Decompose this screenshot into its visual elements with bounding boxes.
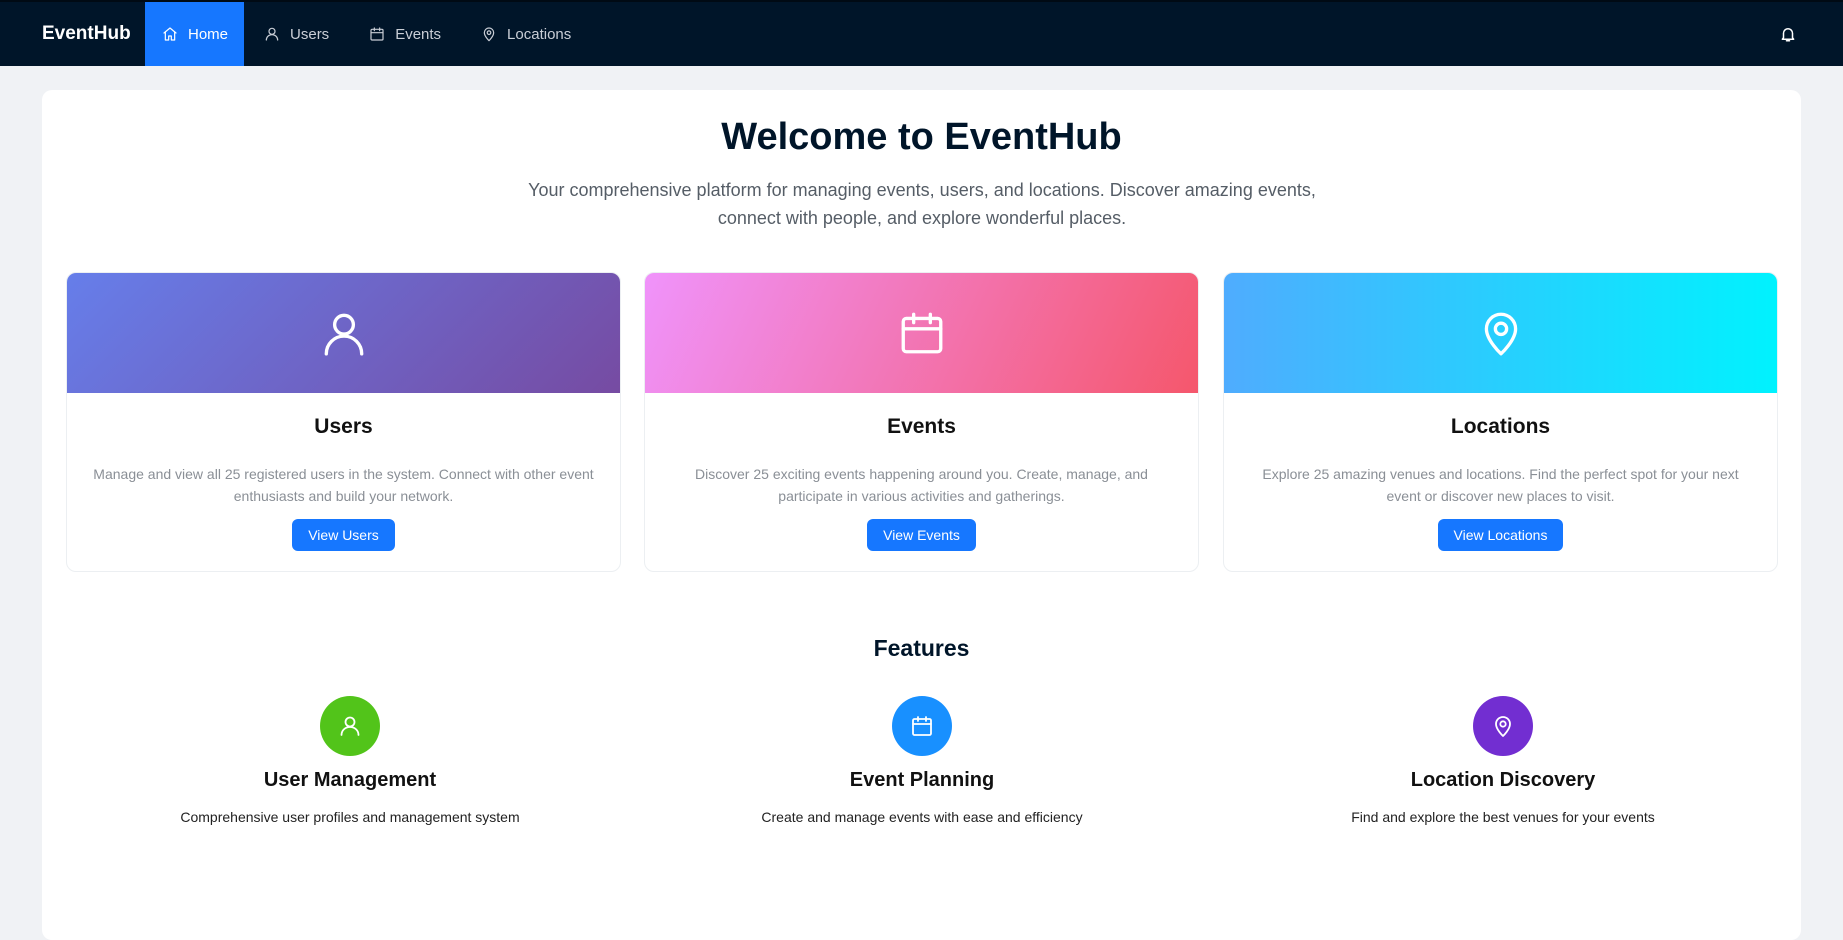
feature-description: Create and manage events with ease and e… — [761, 809, 1083, 825]
map-pin-icon — [483, 27, 495, 42]
map-pin-icon — [1484, 312, 1517, 356]
main-content: Welcome to EventHub Your comprehensive p… — [42, 90, 1801, 940]
nav-item-label: Locations — [507, 25, 572, 43]
top-navbar: EventHub Home Users Events Locations — [0, 0, 1843, 66]
card-description: Discover 25 exciting events happening ar… — [695, 466, 1148, 504]
page-subtitle: Your comprehensive platform for managing… — [528, 180, 1316, 228]
view-locations-button[interactable]: View Locations — [1437, 519, 1564, 551]
card-description: Explore 25 amazing venues and locations.… — [1262, 466, 1739, 504]
nav-item-events[interactable]: Events — [349, 2, 461, 66]
user-icon — [324, 313, 363, 356]
card-title: Locations — [1450, 415, 1551, 438]
nav-item-users[interactable]: Users — [244, 2, 349, 66]
calendar-icon — [912, 716, 932, 736]
feature-title: User Management — [263, 769, 437, 791]
feature-description: Comprehensive user profiles and manageme… — [180, 809, 520, 825]
feature-description: Find and explore the best venues for you… — [1351, 809, 1655, 825]
feature-title: Event Planning — [849, 769, 995, 791]
home-icon — [163, 27, 177, 41]
bell-icon — [1781, 28, 1795, 42]
feature-icon-circle — [892, 696, 952, 756]
card-title: Events — [887, 415, 956, 438]
card-banner — [67, 273, 620, 393]
view-users-button[interactable]: View Users — [292, 519, 395, 551]
locations-card: Locations Explore 25 amazing venues and … — [1223, 272, 1778, 572]
user-icon — [340, 716, 360, 736]
feature-event-planning: Event Planning Create and manage events … — [632, 696, 1212, 825]
feature-icon-circle — [320, 696, 380, 756]
feature-icon-circle — [1473, 696, 1533, 756]
users-card: Users Manage and view all 25 registered … — [66, 272, 621, 572]
feature-title: Location Discovery — [1410, 769, 1596, 791]
notifications-button[interactable] — [1733, 2, 1843, 66]
nav-item-locations[interactable]: Locations — [461, 2, 591, 66]
card-description: Manage and view all 25 registered users … — [93, 466, 594, 504]
nav-item-label: Events — [395, 25, 442, 43]
view-events-button[interactable]: View Events — [867, 519, 976, 551]
features-heading: Features — [873, 635, 970, 661]
page-title: Welcome to EventHub — [721, 116, 1122, 158]
calendar-icon — [370, 27, 384, 41]
feature-location-discovery: Location Discovery Find and explore the … — [1213, 696, 1793, 825]
card-banner — [645, 273, 1198, 393]
map-pin-icon — [1495, 716, 1511, 737]
nav-item-label: Home — [188, 25, 229, 43]
calendar-icon — [901, 312, 942, 354]
brand-logo[interactable]: EventHub — [0, 2, 145, 66]
feature-user-management: User Management Comprehensive user profi… — [60, 696, 640, 825]
nav-item-label: Users — [290, 25, 330, 43]
user-icon — [265, 27, 279, 41]
events-card: Events Discover 25 exciting events happe… — [644, 272, 1199, 572]
nav-item-home[interactable]: Home — [145, 2, 245, 66]
card-title: Users — [314, 415, 373, 438]
card-banner — [1224, 273, 1777, 393]
